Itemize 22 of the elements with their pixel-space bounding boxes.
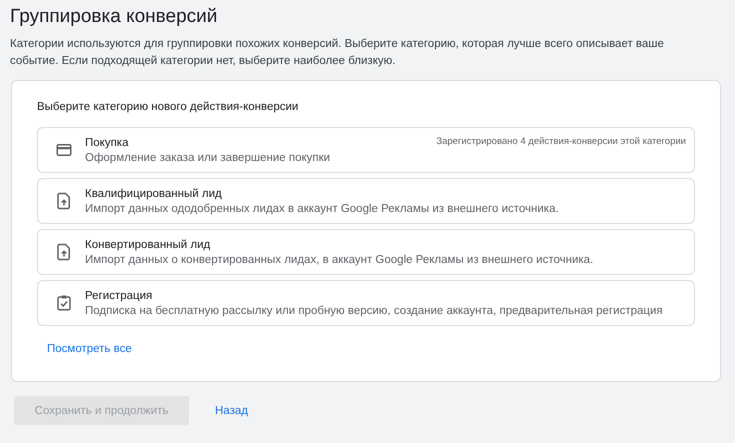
page-title: Группировка конверсий [10,5,218,29]
option-description: Оформление заказа или завершение покупки [85,152,332,164]
back-link[interactable]: Назад [215,404,248,416]
option-title: Регистрация [85,290,154,302]
category-option[interactable]: Покупка Оформление заказа или завершение покупки Зарегистрировано 4 действия-конверсии этой категории [37,127,695,173]
option-description: Импорт данных ододобренных лидах в аккаунт Google Рекламы из внешнего источника. [85,202,560,214]
option-title: Конвертированный лид [85,238,212,250]
clipboard-check-icon [55,294,73,312]
option-note: Зарегистрировано 4 действия-конверсии этой категории [436,136,686,147]
file-upload-icon [55,243,73,261]
category-option[interactable]: Регистрация Подписка на бесплатную рассылку или пробную версию, создание аккаунта, предварительная регистрация [37,280,695,326]
option-title: Квалифицированный лид [85,188,223,200]
option-title: Покупка [85,136,130,148]
credit-card-icon [55,141,73,159]
file-upload-icon [55,192,73,210]
card-heading: Выберите категорию нового действия-конверсии [37,101,300,113]
option-description: Подписка на бесплатную рассылку или пробную версию, создание аккаунта, предварительная регистрация [85,304,664,316]
category-option[interactable]: Квалифицированный лид Импорт данных ододобренных лидах в аккаунт Google Рекламы из внешнего источника. [37,178,695,224]
option-description: Импорт данных о конвертированных лидах, в аккаунт Google Рекламы из внешнего источника. [85,254,594,266]
see-all-link[interactable]: Посмотреть все [47,343,132,355]
category-option[interactable]: Конвертированный лид Импорт данных о конвертированных лидах, в аккаунт Google Рекламы из внешнего источника. [37,229,695,275]
page-description: Категории используются для группировки похожих конверсий. Выберите категорию, которая лучше всего описывает ваше событие. Если подходящей категории нет, выберите наиболее близкую. [10,37,665,69]
